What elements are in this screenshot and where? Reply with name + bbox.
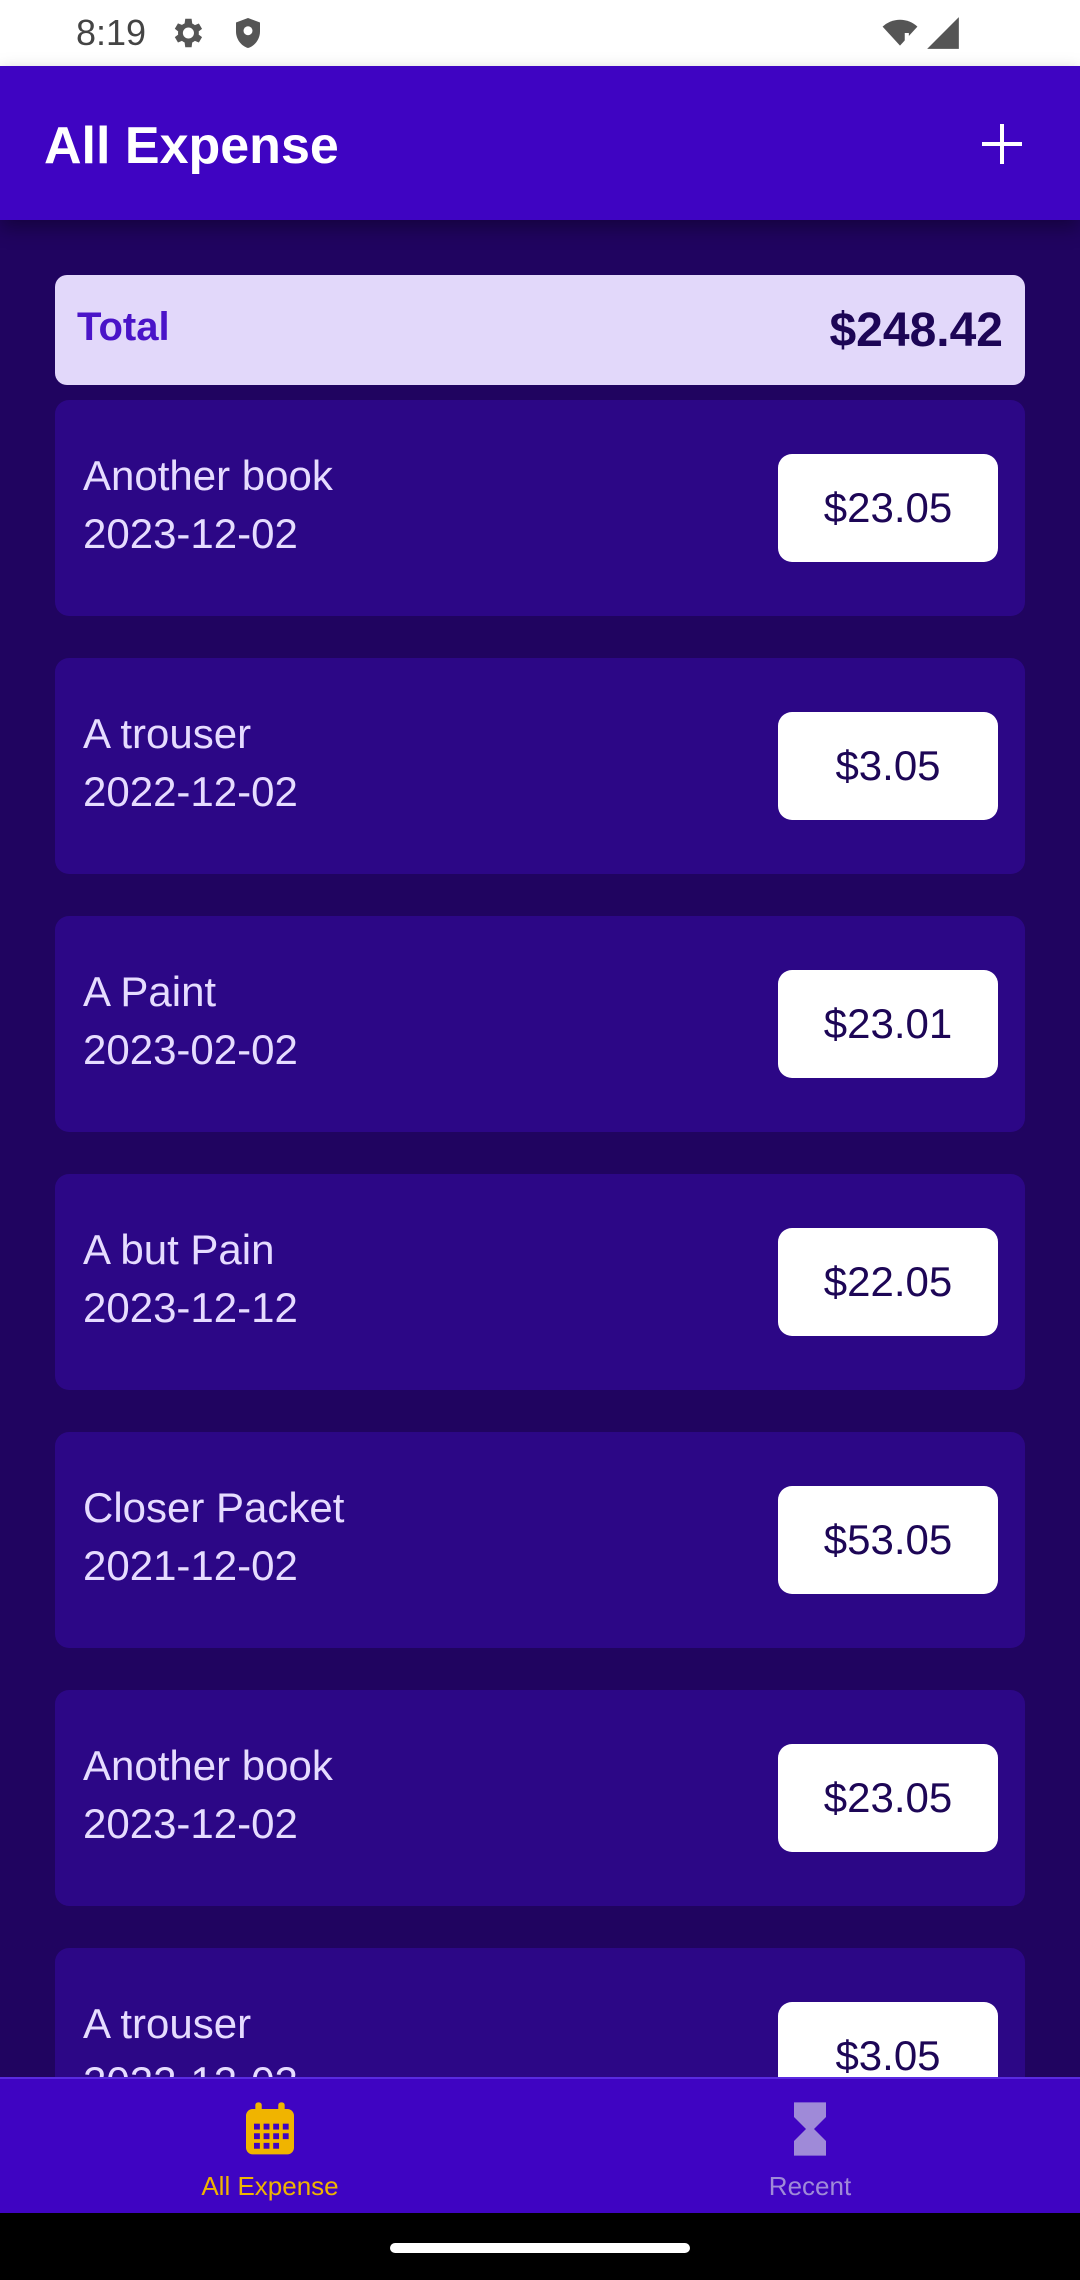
calendar-icon <box>238 2097 302 2161</box>
expense-name: A trouser <box>83 710 252 757</box>
expense-name: Another book <box>83 1742 333 1789</box>
expense-date: 2023-02-02 <box>83 1026 298 1073</box>
expense-date: 2022-12-02 <box>83 2058 298 2077</box>
settings-gear-icon <box>168 14 206 57</box>
total-amount: $248.42 <box>829 304 1003 357</box>
expense-name: A but Pain <box>83 1226 275 1273</box>
expense-amount-button[interactable]: $3.05 <box>778 712 998 820</box>
expense-name: Another book <box>83 452 333 499</box>
expense-amount-button[interactable]: $23.05 <box>778 1744 998 1852</box>
page-title: All Expense <box>44 117 339 175</box>
expense-amount-button[interactable]: $3.05 <box>778 2002 998 2077</box>
expense-date: 2023-12-02 <box>83 1800 298 1847</box>
nav-item-all-expense[interactable]: All Expense <box>0 2079 540 2215</box>
expense-date: 2023-12-02 <box>83 510 298 557</box>
home-gesture-handle[interactable] <box>390 2243 690 2253</box>
expense-amount-button[interactable]: $53.05 <box>778 1486 998 1594</box>
list-item[interactable]: A trouser 2022-12-02 $3.05 <box>55 1948 1025 2077</box>
expense-date: 2023-12-12 <box>83 1284 298 1331</box>
status-bar: 8:19 <box>0 0 1080 66</box>
list-item[interactable]: A trouser 2022-12-02 $3.05 <box>55 658 1025 874</box>
expense-name: A trouser <box>83 2000 252 2047</box>
bottom-navigation: All Expense Recent <box>0 2077 1080 2213</box>
expense-date: 2021-12-02 <box>83 1542 298 1589</box>
total-label: Total <box>77 305 170 349</box>
expense-list[interactable]: Another book 2023-12-02 $23.05 A trouser… <box>0 390 1080 2077</box>
cell-signal-icon <box>924 14 962 57</box>
list-item[interactable]: Closer Packet 2021-12-02 $53.05 <box>55 1432 1025 1648</box>
list-item[interactable]: A Paint 2023-02-02 $23.01 <box>55 916 1025 1132</box>
expense-amount-button[interactable]: $23.05 <box>778 454 998 562</box>
list-item[interactable]: Another book 2023-12-02 $23.05 <box>55 1690 1025 1906</box>
list-item[interactable]: Another book 2023-12-02 $23.05 <box>55 400 1025 616</box>
shield-icon <box>230 14 266 57</box>
wifi-icon <box>880 14 920 57</box>
expense-amount-button[interactable]: $23.01 <box>778 970 998 1078</box>
system-navigation-bar <box>0 2213 1080 2280</box>
expense-amount-button[interactable]: $22.05 <box>778 1228 998 1336</box>
expense-name: A Paint <box>83 968 217 1015</box>
expense-date: 2022-12-02 <box>83 768 298 815</box>
nav-item-recent[interactable]: Recent <box>540 2079 1080 2215</box>
status-time: 8:19 <box>76 12 147 53</box>
app-bar: All Expense <box>0 66 1080 220</box>
total-card: Total $248.42 <box>55 275 1025 385</box>
nav-label-all-expense: All Expense <box>201 2171 339 2201</box>
list-item[interactable]: A but Pain 2023-12-12 $22.05 <box>55 1174 1025 1390</box>
hourglass-icon <box>778 2097 842 2161</box>
expense-name: Closer Packet <box>83 1484 345 1531</box>
nav-label-recent: Recent <box>768 2171 852 2201</box>
add-expense-button[interactable] <box>972 114 1032 174</box>
